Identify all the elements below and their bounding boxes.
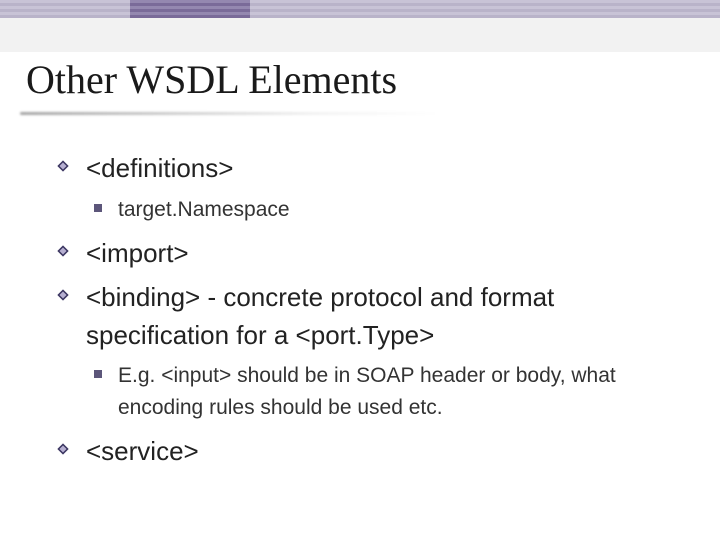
- bullet-text: E.g. <input> should be in SOAP header or…: [118, 364, 616, 419]
- square-bullet-icon: [94, 204, 102, 212]
- bullet-text: target.Namespace: [118, 198, 290, 221]
- header-accent: [130, 0, 250, 18]
- bullet-import: <import>: [56, 235, 680, 273]
- sub-bullet-binding-example: E.g. <input> should be in SOAP header or…: [56, 360, 680, 423]
- title-underline-shadow: [20, 112, 440, 115]
- diamond-bullet-icon: [56, 159, 70, 173]
- bullet-text: <service>: [86, 436, 199, 466]
- bullet-text: <definitions>: [86, 153, 233, 183]
- bullet-binding: <binding> - concrete protocol and format…: [56, 279, 680, 354]
- content-area: <definitions> target.Namespace <import> …: [56, 150, 680, 477]
- slide-title: Other WSDL Elements: [26, 56, 397, 103]
- diamond-bullet-icon: [56, 288, 70, 302]
- bullet-text: <import>: [86, 238, 189, 268]
- sub-bullet-targetnamespace: target.Namespace: [56, 194, 680, 226]
- header-band: [0, 0, 720, 18]
- diamond-bullet-icon: [56, 442, 70, 456]
- bullet-text: <binding> - concrete protocol and format…: [86, 282, 554, 350]
- header-mid-band: [0, 18, 720, 52]
- bullet-service: <service>: [56, 433, 680, 471]
- diamond-bullet-icon: [56, 244, 70, 258]
- square-bullet-icon: [94, 370, 102, 378]
- bullet-definitions: <definitions>: [56, 150, 680, 188]
